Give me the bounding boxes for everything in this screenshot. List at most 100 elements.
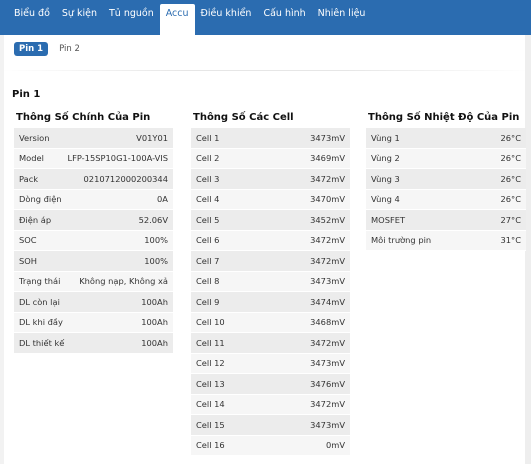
battery-subtabs: Pin 1 Pin 2	[14, 42, 85, 56]
row-value: 26°C	[500, 132, 522, 143]
row-label: Môi trường pin	[371, 235, 432, 246]
row-label: Vùng 2	[371, 153, 400, 164]
row-value: 3473mV	[310, 419, 345, 430]
cell-params-table: Cell 1 3473mV Cell 2 3469mV Cell 3 3472mV Cell…	[191, 128, 350, 456]
row-value: 3469mV	[310, 153, 345, 164]
row-label: Dòng điện	[19, 194, 62, 205]
row-label: Cell 12	[196, 358, 225, 369]
table-row: Môi trường pin 31°C	[366, 230, 526, 251]
row-value: 100%	[144, 235, 168, 246]
table-row: Cell 8 3473mV	[191, 271, 350, 292]
table-row: Cell 15 3473mV	[191, 415, 350, 436]
row-label: Cell 14	[196, 399, 225, 410]
row-value: 3452mV	[310, 214, 345, 225]
table-row: Cell 3 3472mV	[191, 169, 350, 190]
row-value: 100Ah	[141, 337, 168, 348]
row-value: 100Ah	[141, 317, 168, 328]
main-params-panel: Thông Số Chính Của Pin Version V01Y01 Mode…	[14, 110, 173, 354]
row-value: 3470mV	[310, 194, 345, 205]
row-value: 3472mV	[310, 399, 345, 410]
left-edge	[0, 35, 4, 464]
row-label: Cell 6	[196, 235, 220, 246]
row-label: DL khi đầy	[19, 317, 63, 328]
row-label: Cell 13	[196, 378, 225, 389]
nav-tab[interactable]: Cấu hình	[257, 0, 311, 27]
table-row: Vùng 1 26°C	[366, 128, 526, 149]
row-value: 3468mV	[310, 317, 345, 328]
subtab-pin[interactable]: Pin 1	[14, 42, 49, 56]
table-row: Vùng 2 26°C	[366, 148, 526, 169]
table-row: Cell 4 3470mV	[191, 189, 350, 210]
table-row: Version V01Y01	[14, 128, 173, 149]
row-label: Model	[19, 153, 44, 164]
row-value: 0mV	[325, 440, 345, 451]
row-value: 3473mV	[310, 132, 345, 143]
table-row: Cell 11 3472mV	[191, 333, 350, 354]
row-label: Cell 4	[196, 194, 220, 205]
row-value: 31°C	[500, 235, 522, 246]
row-label: Vùng 1	[371, 132, 400, 143]
main-params-title: Thông Số Chính Của Pin	[16, 112, 151, 123]
divider	[0, 70, 531, 71]
table-row: Cell 5 3452mV	[191, 210, 350, 231]
row-label: Vùng 4	[371, 194, 400, 205]
row-label: SOC	[19, 235, 37, 246]
nav-tab[interactable]: Nhiên liệu	[312, 0, 372, 27]
top-nav: Biểu đồ Sự kiện Tủ nguồn Accu Điều khiển Cấu …	[0, 0, 531, 35]
table-row: Cell 16 0mV	[191, 435, 350, 456]
row-label: Cell 15	[196, 419, 225, 430]
row-value: 26°C	[500, 194, 522, 205]
table-row: Model LFP-15SP10G1-100A-VIS	[14, 148, 173, 169]
row-value: 100%	[144, 255, 168, 266]
row-value: Không nạp, Không xả	[79, 276, 168, 287]
row-label: DL thiết kế	[19, 337, 65, 348]
row-value: 27°C	[500, 214, 522, 225]
row-label: Cell 5	[196, 214, 220, 225]
row-value: 100Ah	[141, 296, 168, 307]
row-value: LFP-15SP10G1-100A-VIS	[67, 153, 168, 164]
row-label: Version	[19, 132, 50, 143]
table-row: Cell 12 3473mV	[191, 353, 350, 374]
temp-params-table: Vùng 1 26°C Vùng 2 26°C Vùng 3 26°C Vùng 4 26°C…	[366, 128, 526, 251]
row-label: Cell 7	[196, 255, 220, 266]
row-label: Pack	[19, 173, 39, 184]
table-row: Cell 14 3472mV	[191, 394, 350, 415]
row-label: Cell 3	[196, 173, 220, 184]
row-value: 52.06V	[138, 214, 168, 225]
subtab-pin[interactable]: Pin 2	[54, 42, 85, 56]
table-row: Cell 7 3472mV	[191, 251, 350, 272]
table-row: DL còn lại 100Ah	[14, 292, 173, 313]
cell-params-panel: Thông Số Các Cell Cell 1 3473mV Cell 2 3469…	[191, 110, 350, 456]
nav-tab[interactable]: Accu	[159, 4, 195, 35]
row-label: Cell 8	[196, 276, 220, 287]
table-row: Cell 2 3469mV	[191, 148, 350, 169]
row-value: 3473mV	[310, 276, 345, 287]
row-value: 26°C	[500, 173, 522, 184]
row-label: DL còn lại	[19, 296, 60, 307]
row-value: 0210712000200344	[83, 173, 168, 184]
row-label: Cell 1	[196, 132, 220, 143]
row-label: Điện áp	[19, 214, 52, 225]
nav-tab[interactable]: Sự kiện	[56, 0, 103, 27]
nav-tab[interactable]: Biểu đồ	[8, 0, 56, 27]
nav-tab[interactable]: Điều khiển	[195, 0, 258, 27]
row-label: Cell 11	[196, 337, 225, 348]
row-value: V01Y01	[136, 132, 168, 143]
temp-params-panel: Thông Số Nhiệt Độ Của Pin Vùng 1 26°C Vùng…	[366, 110, 526, 251]
nav-tab[interactable]: Tủ nguồn	[103, 0, 160, 27]
row-value: 3476mV	[310, 378, 345, 389]
table-row: DL thiết kế 100Ah	[14, 333, 173, 354]
row-label: Cell 10	[196, 317, 225, 328]
row-value: 3472mV	[310, 255, 345, 266]
row-label: Trạng thái	[19, 276, 61, 287]
row-value: 3472mV	[310, 337, 345, 348]
table-row: Cell 10 3468mV	[191, 312, 350, 333]
table-row: Vùng 4 26°C	[366, 189, 526, 210]
row-label: Cell 2	[196, 153, 220, 164]
table-row: Điện áp 52.06V	[14, 210, 173, 231]
row-label: Cell 9	[196, 296, 220, 307]
section-title: Pin 1	[12, 89, 41, 100]
row-label: Vùng 3	[371, 173, 400, 184]
row-value: 0A	[157, 194, 168, 205]
row-value: 3472mV	[310, 173, 345, 184]
